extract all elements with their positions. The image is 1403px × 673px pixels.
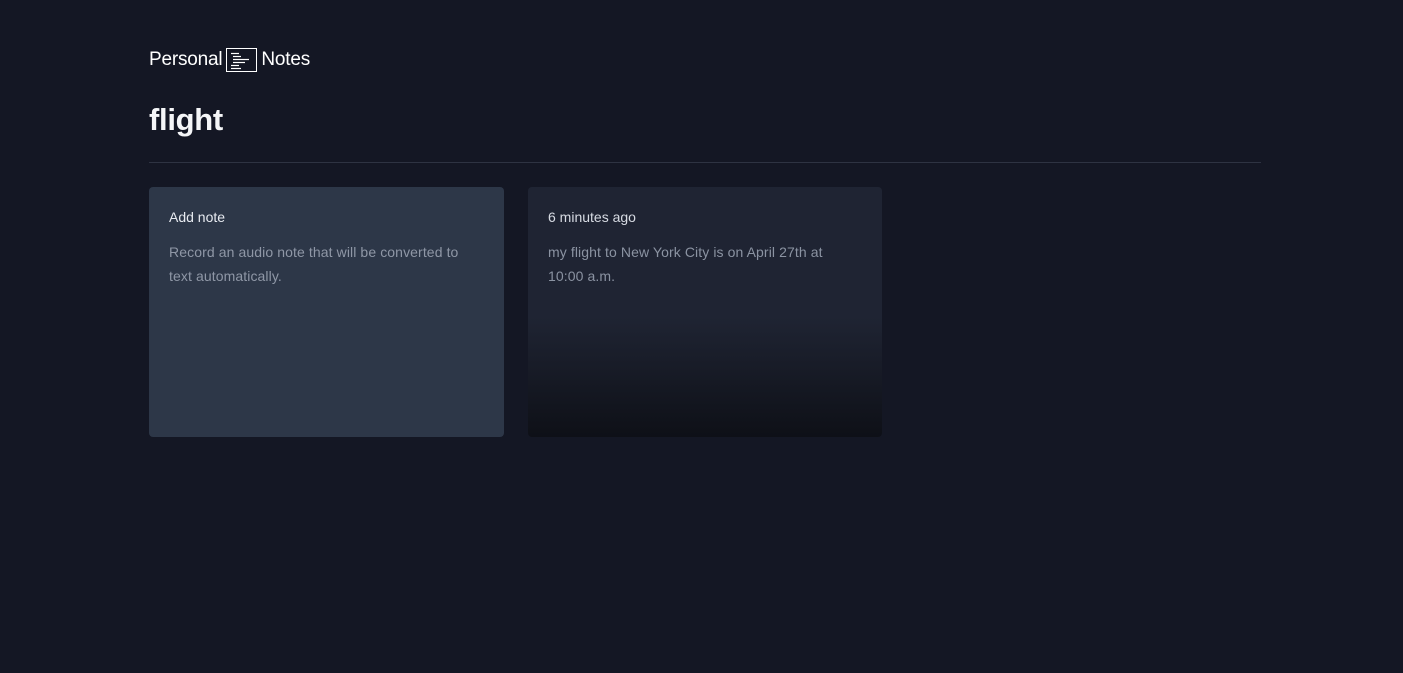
- logo-text-notes: Notes: [261, 49, 311, 70]
- page-title: flight: [149, 102, 223, 137]
- divider: [149, 162, 1261, 163]
- logo-text-personal: Personal: [149, 49, 223, 70]
- add-note-title: Add note: [169, 209, 226, 225]
- note-card[interactable]: 6 minutes ago my flight to New York City…: [528, 187, 882, 437]
- note-timestamp: 6 minutes ago: [548, 209, 636, 225]
- page: Personal Notes flight Add note Record an…: [0, 0, 1403, 673]
- app-logo[interactable]: Personal Notes: [149, 46, 310, 74]
- notes-icon: [226, 48, 258, 72]
- add-note-card[interactable]: Add note Record an audio note that will …: [149, 187, 504, 437]
- add-note-description: Record an audio note that will be conver…: [169, 244, 459, 284]
- note-text: my flight to New York City is on April 2…: [548, 244, 823, 284]
